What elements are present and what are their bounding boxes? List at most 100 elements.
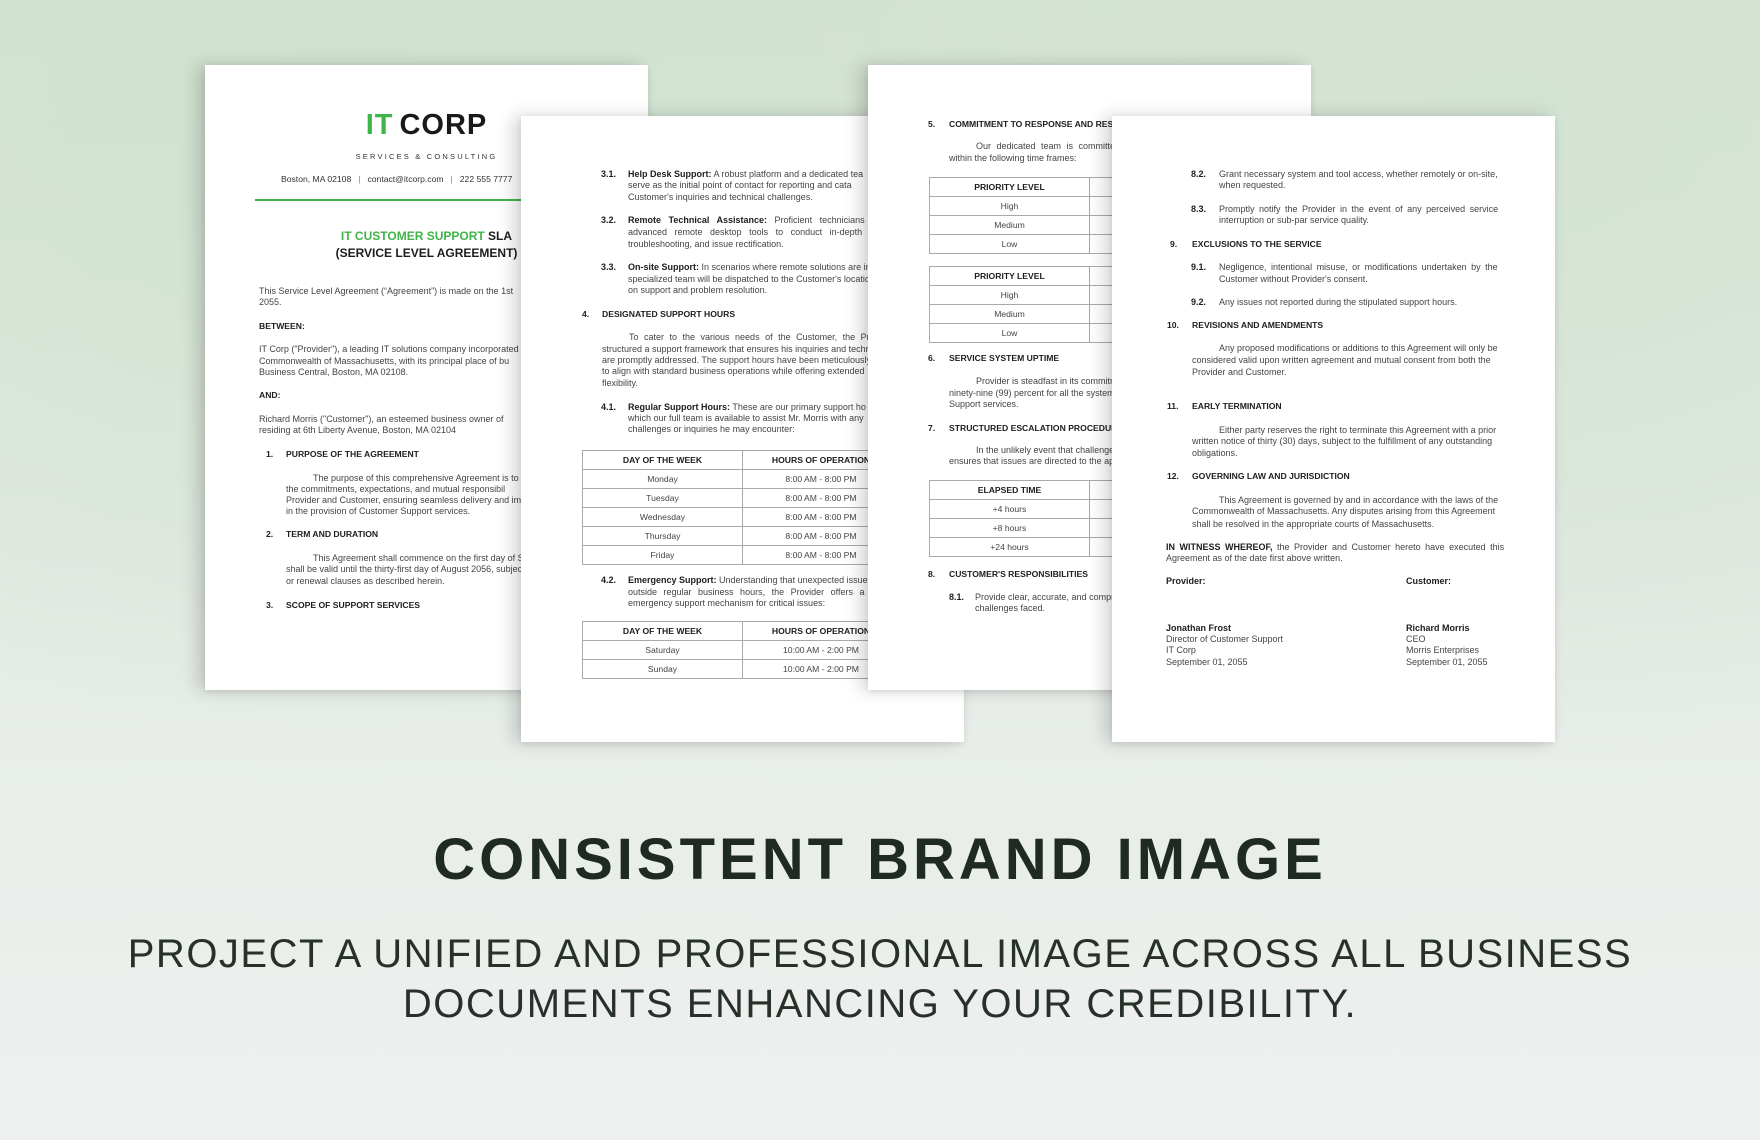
clause-text: Customer without Provider's consent. bbox=[1219, 274, 1368, 284]
section-heading: DESIGNATED SUPPORT HOURS bbox=[602, 309, 736, 319]
subheadline-line-2: DOCUMENTS ENHANCING YOUR CREDIBILITY. bbox=[402, 982, 1358, 1026]
document-page-4: 8.2. Grant necessary system and tool acc… bbox=[1112, 116, 1555, 742]
section-number: 7. bbox=[928, 423, 936, 433]
provider-text: Commonwealth of Massachusetts, with its … bbox=[259, 356, 510, 366]
table-header-row: DAY OF THE WEEK HOURS OF OPERATION bbox=[582, 450, 900, 470]
clause-text: Promptly notify the Provider in the even… bbox=[1219, 204, 1499, 214]
clause-text: outside regular business hours, the Prov… bbox=[628, 587, 876, 597]
between-label: BETWEEN: bbox=[259, 321, 305, 331]
section-number: 8. bbox=[928, 569, 936, 579]
section-text: flexibility. bbox=[602, 378, 638, 388]
section-text: Our dedicated team is committed bbox=[976, 141, 1121, 151]
section-text: within the following time frames: bbox=[949, 153, 1077, 163]
section-heading: CUSTOMER'S RESPONSIBILITIES bbox=[949, 569, 1088, 579]
clause-text: Regular Support Hours: These are our pri… bbox=[628, 402, 866, 412]
section-text: ensures that issues are directed to the … bbox=[949, 456, 1120, 466]
section-text: To cater to the various needs of the Cus… bbox=[629, 332, 870, 342]
section-text: Either party reserves the right to termi… bbox=[1219, 425, 1497, 435]
section-text: This Agreement is governed by and in acc… bbox=[1219, 495, 1499, 505]
and-label: AND: bbox=[259, 390, 281, 400]
section-text: Provider and Customer, ensuring seamless… bbox=[286, 495, 527, 505]
section-number: 12. bbox=[1167, 471, 1179, 481]
section-heading: PURPOSE OF THE AGREEMENT bbox=[286, 449, 419, 459]
subheadline-line-1: PROJECT A UNIFIED AND PROFESSIONAL IMAGE… bbox=[127, 932, 1633, 976]
table-row: Monday 8:00 AM - 8:00 PM bbox=[582, 469, 900, 489]
section-text: This Agreement shall commence on the fir… bbox=[313, 553, 529, 563]
intro-text: 2055. bbox=[259, 297, 282, 307]
section-text: Provider and Customer. bbox=[1192, 367, 1287, 377]
section-number: 4. bbox=[582, 309, 590, 319]
clause-text: Provide clear, accurate, and compre bbox=[975, 592, 1120, 602]
customer-signatory-name: Richard Morris bbox=[1406, 623, 1470, 633]
section-text: shall be resolved in the appropriate cou… bbox=[1192, 519, 1435, 529]
clause-text: Any issues not reported during the stipu… bbox=[1219, 297, 1458, 307]
clause-text: challenges faced. bbox=[975, 603, 1046, 613]
section-text: written notice of thirty (30) days, subj… bbox=[1192, 436, 1493, 446]
clause-text: Emergency Support: Understanding that un… bbox=[628, 575, 873, 585]
provider-signatory-title: Director of Customer Support bbox=[1166, 634, 1284, 644]
clause-text: emergency support mechanism for critical… bbox=[628, 598, 826, 608]
section-number: 5. bbox=[928, 119, 936, 129]
section-number: 9. bbox=[1170, 239, 1178, 249]
section-text: obligations. bbox=[1192, 448, 1238, 458]
clause-number: 8.3. bbox=[1191, 204, 1207, 214]
section-number: 11. bbox=[1167, 401, 1179, 411]
clause-text: which our full team is available to assi… bbox=[628, 413, 864, 423]
section-number: 6. bbox=[928, 353, 936, 363]
clause-number: 8.2. bbox=[1191, 169, 1207, 179]
section-text: ninety-nine (99) percent for all the sys… bbox=[949, 388, 1115, 398]
section-text: Commonwealth of Massachusetts. Any dispu… bbox=[1192, 506, 1496, 516]
table-row: Friday 8:00 AM - 8:00 PM bbox=[582, 545, 900, 565]
customer-date: September 01, 2055 bbox=[1406, 657, 1488, 667]
section-heading: GOVERNING LAW AND JURISDICTION bbox=[1192, 471, 1350, 481]
clause-text: On-site Support: In scenarios where remo… bbox=[628, 262, 879, 272]
regular-hours-table: DAY OF THE WEEK HOURS OF OPERATION Monday… bbox=[582, 450, 900, 565]
clause-text: serve as the initial point of contact fo… bbox=[628, 180, 852, 190]
section-number: 2. bbox=[266, 529, 274, 539]
section-number: 3. bbox=[266, 600, 274, 610]
table-header-row: DAY OF THE WEEK HOURS OF OPERATION bbox=[582, 621, 900, 641]
table-row: Wednesday 8:00 AM - 8:00 PM bbox=[582, 507, 900, 527]
clause-text: Negligence, intentional misuse, or modif… bbox=[1219, 262, 1498, 272]
table-row: Tuesday 8:00 AM - 8:00 PM bbox=[582, 488, 900, 508]
section-text: Support services. bbox=[949, 399, 1019, 409]
section-text: In the unlikely event that challenge bbox=[976, 445, 1115, 455]
clause-number: 9.2. bbox=[1191, 297, 1207, 307]
intro-text: This Service Level Agreement (“Agreement… bbox=[259, 286, 514, 296]
clause-text: challenges or inquiries he may encounter… bbox=[628, 424, 795, 434]
witness-text: IN WITNESS WHEREOF, the Provider and Cus… bbox=[1166, 542, 1505, 552]
customer-text: Richard Morris ("Customer"), an esteemed… bbox=[259, 414, 504, 424]
clause-text: troubleshooting, and issue rectification… bbox=[628, 239, 784, 249]
clause-number: 3.2. bbox=[601, 215, 617, 225]
section-text: Any proposed modifications or additions … bbox=[1219, 343, 1498, 353]
clause-number: 9.1. bbox=[1191, 262, 1207, 272]
section-heading: TERM AND DURATION bbox=[286, 529, 379, 539]
customer-label: Customer: bbox=[1406, 576, 1452, 586]
section-text: or renewal clauses as described herein. bbox=[286, 576, 445, 586]
section-text: to align with standard business operatio… bbox=[602, 366, 865, 376]
section-text: Provider is steadfast in its commitm bbox=[976, 376, 1118, 386]
section-heading: REVISIONS AND AMENDMENTS bbox=[1192, 320, 1324, 330]
provider-text: IT Corp ("Provider"), a leading IT solut… bbox=[259, 344, 530, 354]
clause-number: 3.1. bbox=[601, 169, 617, 179]
clause-text: Help Desk Support: A robust platform and… bbox=[628, 169, 864, 179]
provider-signatory-name: Jonathan Frost bbox=[1166, 623, 1232, 633]
section-text: The purpose of this comprehensive Agreem… bbox=[313, 473, 524, 483]
section-number: 1. bbox=[266, 449, 274, 459]
clause-text: Remote Technical Assistance: Proficient … bbox=[628, 215, 879, 225]
section-text: are promptly addressed. The support hour… bbox=[602, 355, 871, 365]
section-text: structured a support framework that ensu… bbox=[602, 344, 869, 354]
table-row: Sunday 10:00 AM - 2:00 PM bbox=[582, 659, 900, 679]
section-text: considered valid upon written agreement … bbox=[1192, 355, 1491, 365]
table-row: Saturday 10:00 AM - 2:00 PM bbox=[582, 640, 900, 660]
clause-text: interruption or sub-par service quality. bbox=[1219, 215, 1369, 225]
section-heading: EXCLUSIONS TO THE SERVICE bbox=[1192, 239, 1322, 249]
provider-company: IT Corp bbox=[1166, 645, 1196, 655]
clause-text: Customer's inquiries and technical chall… bbox=[628, 192, 813, 202]
clause-text: specialized team will be dispatched to t… bbox=[628, 274, 875, 284]
section-number: 10. bbox=[1167, 320, 1179, 330]
customer-signatory-title: CEO bbox=[1406, 634, 1426, 644]
section-heading: EARLY TERMINATION bbox=[1192, 401, 1282, 411]
clause-text: Grant necessary system and tool access, … bbox=[1219, 169, 1498, 179]
section-text: in the provision of Customer Support ser… bbox=[286, 506, 471, 516]
